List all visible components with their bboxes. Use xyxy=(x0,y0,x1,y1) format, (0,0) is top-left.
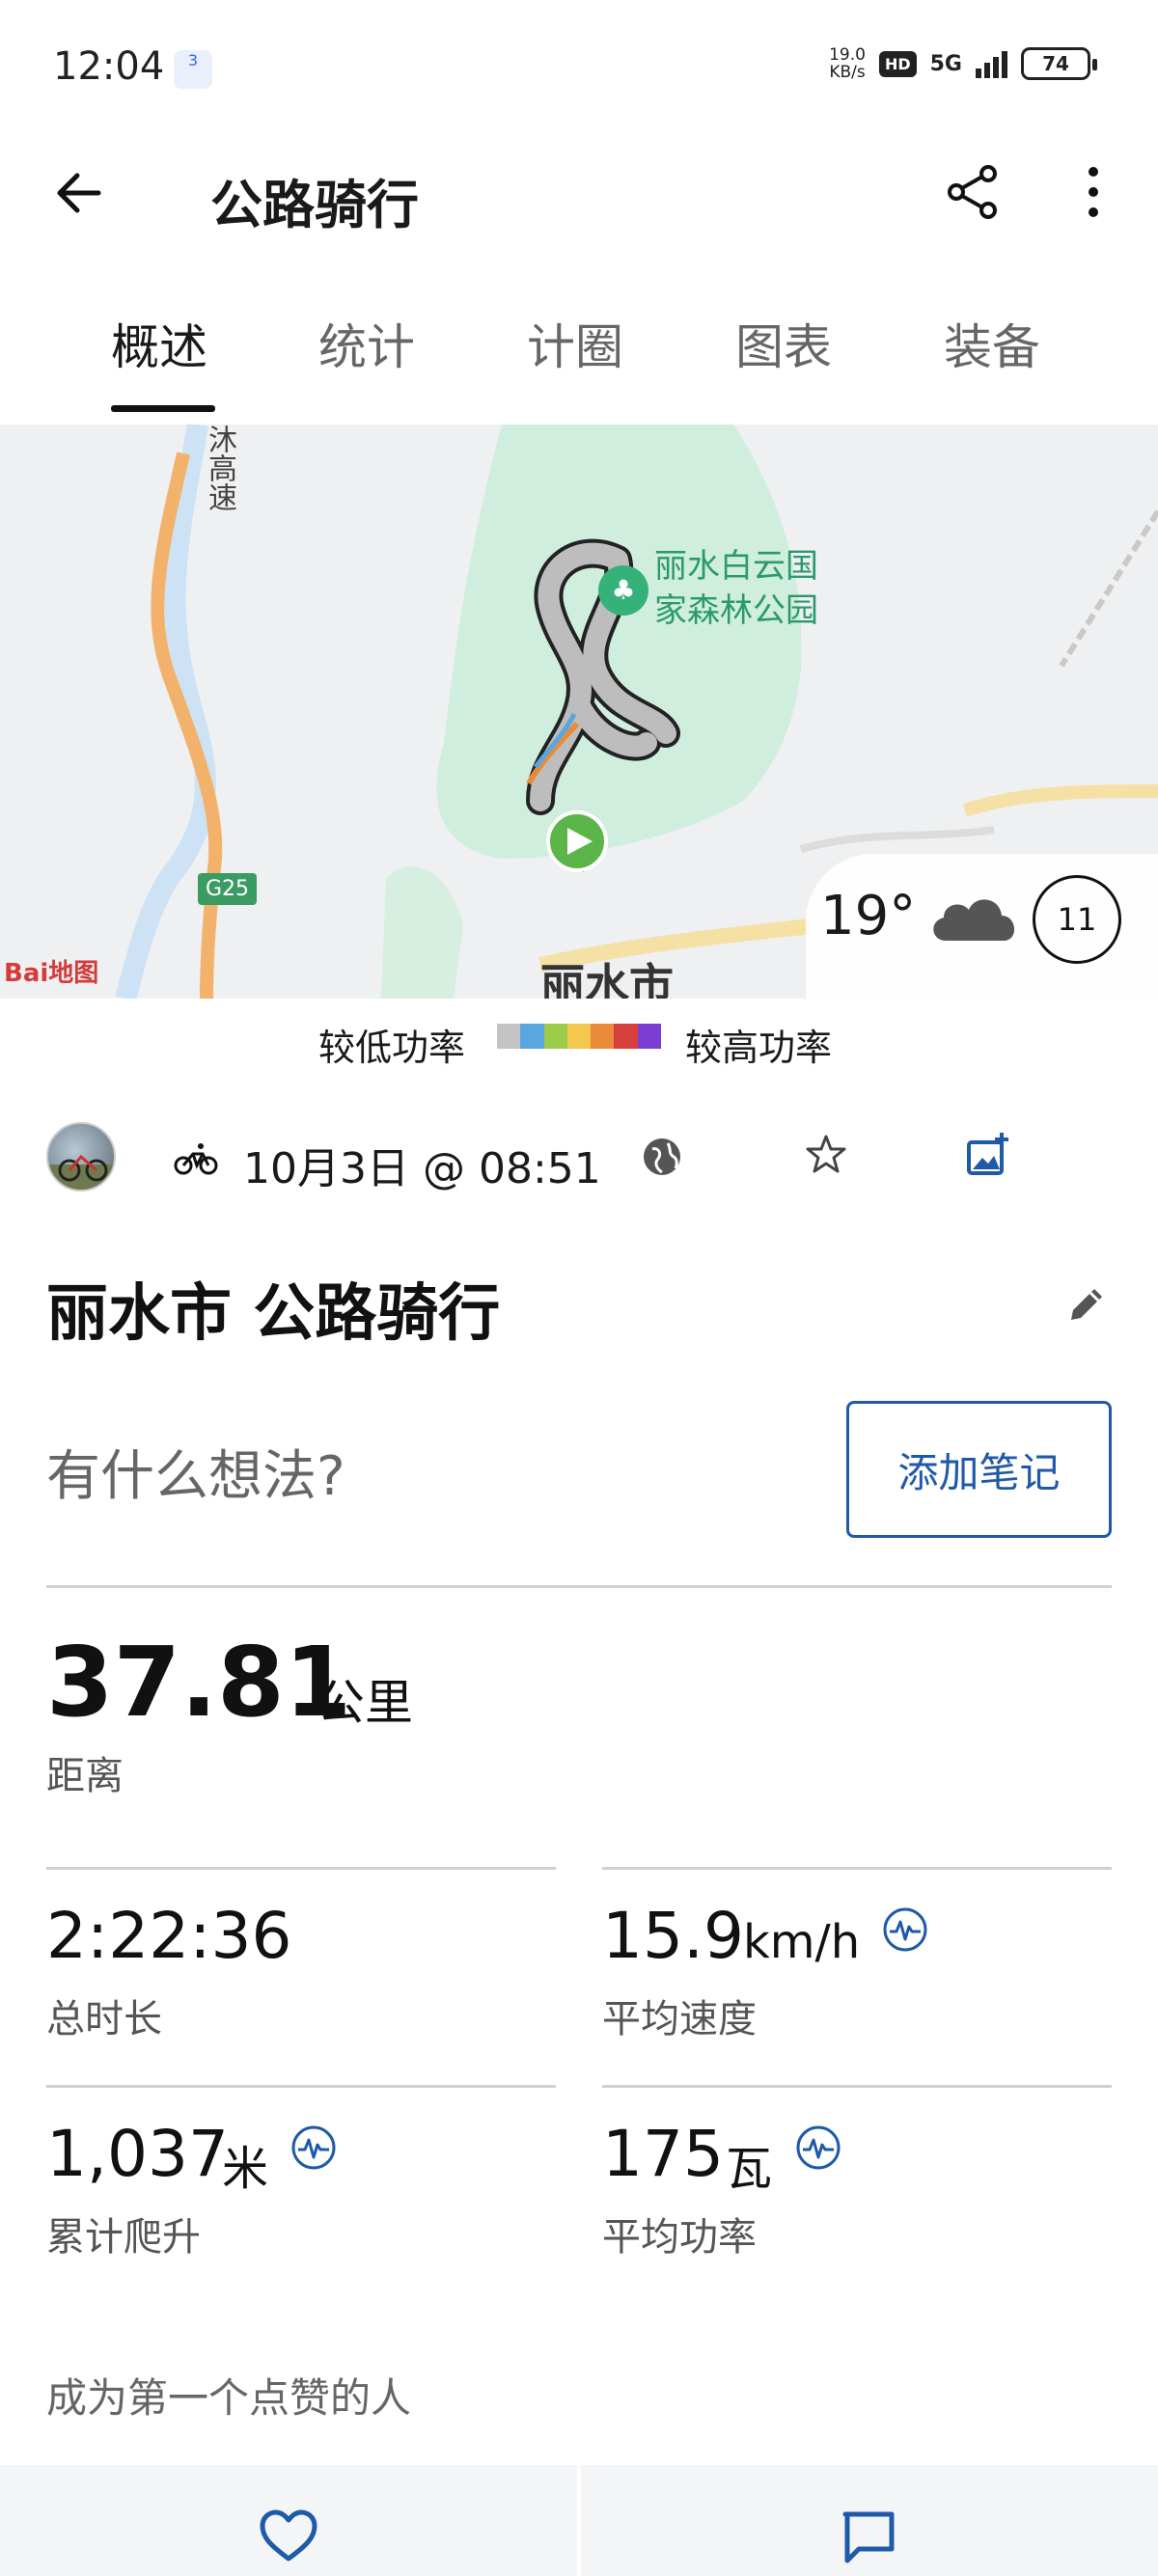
hd-badge: HD xyxy=(878,50,917,77)
network-type: 5G xyxy=(929,51,962,76)
weather-temperature: 19° xyxy=(820,885,917,947)
power-legend: 较低功率 较高功率 xyxy=(0,1013,1158,1071)
avatar[interactable] xyxy=(46,1122,116,1192)
duration-value: 2:22:36 xyxy=(46,1899,292,1973)
highway-label: 沐高速 xyxy=(203,425,236,511)
poi-line-1: 丽水白云国 xyxy=(654,547,818,586)
cloud-icon xyxy=(933,899,1015,941)
tab-bar: 概述 统计 计圈 图表 装备 xyxy=(0,289,1158,415)
distance-value: 37.81 xyxy=(46,1626,352,1739)
wind-speed-badge: 11 xyxy=(1033,875,1121,964)
elevation-unit: 米 xyxy=(222,2142,269,2196)
avg-speed-label: 平均速度 xyxy=(602,1997,757,2042)
road-badge: G25 xyxy=(198,873,258,905)
battery-icon: 74 xyxy=(1021,47,1097,80)
divider xyxy=(46,1585,1112,1588)
tab-gear[interactable]: 装备 xyxy=(944,309,1040,378)
tab-indicator xyxy=(111,405,215,412)
avg-speed-unit: km/h xyxy=(743,1915,861,1969)
heart-icon[interactable] xyxy=(259,2508,318,2564)
net-speed-value: 19.0 xyxy=(829,45,866,65)
back-arrow-icon[interactable] xyxy=(48,162,110,224)
status-right: 19.0 KB/s HD 5G 74 xyxy=(829,46,1097,81)
net-speed: 19.0 KB/s xyxy=(829,46,866,81)
route-map[interactable]: ♣ 丽水白云国 家森林公园 G25 沐高速 丽水市 Bai地图 19° 11 xyxy=(0,425,1158,999)
add-photo-icon[interactable] xyxy=(963,1131,1011,1179)
distance-label: 距离 xyxy=(46,1754,124,1798)
park-pin-icon: ♣ xyxy=(598,565,648,616)
legend-high-label: 较高功率 xyxy=(685,1027,833,1069)
bike-icon xyxy=(174,1143,218,1175)
activity-pulse-icon[interactable] xyxy=(794,2124,842,2172)
note-prompt[interactable]: 有什么想法? xyxy=(46,1433,345,1511)
status-bar: 12:04 3 19.0 KB/s HD 5G 74 xyxy=(0,0,1158,135)
activity-datetime: 10月3日 @ 08:51 xyxy=(243,1144,601,1193)
avg-power-value: 175 xyxy=(602,2117,724,2191)
activity-pulse-icon[interactable] xyxy=(290,2124,338,2172)
action-separator xyxy=(577,2465,581,2576)
signal-icon xyxy=(976,49,1007,78)
add-note-button[interactable]: 添加笔记 xyxy=(846,1401,1112,1538)
avg-speed-value: 15.9 xyxy=(602,1899,744,1973)
net-speed-unit: KB/s xyxy=(829,63,866,82)
legend-low-label: 较低功率 xyxy=(318,1027,466,1069)
divider xyxy=(602,1867,1112,1870)
tab-laps[interactable]: 计圈 xyxy=(527,309,623,378)
map-attribution: Bai地图 xyxy=(4,959,99,988)
activity-meta-row: 10月3日 @ 08:51 xyxy=(0,1110,1158,1206)
tab-charts[interactable]: 图表 xyxy=(735,309,832,378)
tab-stats[interactable]: 统计 xyxy=(318,309,415,378)
app-bar: 公路骑行 xyxy=(0,135,1158,251)
likes-prompt[interactable]: 成为第一个点赞的人 xyxy=(46,2366,411,2425)
activity-pulse-icon[interactable] xyxy=(881,1905,929,1954)
comment-icon[interactable] xyxy=(840,2508,897,2566)
action-bar xyxy=(0,2465,1158,2576)
avg-power-unit: 瓦 xyxy=(726,2142,773,2196)
page-title: 公路骑行 xyxy=(210,175,419,235)
avg-power-label: 平均功率 xyxy=(602,2215,757,2260)
tab-overview[interactable]: 概述 xyxy=(111,309,207,378)
notification-badge: 3 xyxy=(174,50,212,89)
duration-label: 总时长 xyxy=(46,1997,162,2042)
distance-unit: 公里 xyxy=(317,1675,413,1731)
legend-color-bar xyxy=(497,1024,661,1049)
edit-pencil-icon[interactable] xyxy=(1063,1281,1110,1328)
city-label: 丽水市 xyxy=(540,959,674,999)
divider xyxy=(46,2085,556,2088)
poi-line-2: 家森林公园 xyxy=(654,591,818,630)
elevation-value: 1,037 xyxy=(46,2117,229,2191)
divider xyxy=(46,1867,556,1870)
activity-title: 丽水市 公路骑行 xyxy=(46,1278,501,1350)
poi-label: 丽水白云国 家森林公园 xyxy=(654,544,818,633)
status-time: 12:04 xyxy=(53,44,165,89)
globe-icon[interactable] xyxy=(639,1134,685,1180)
elevation-label: 累计爬升 xyxy=(46,2215,201,2260)
share-icon[interactable] xyxy=(941,160,1005,224)
star-icon[interactable] xyxy=(803,1131,849,1177)
divider xyxy=(602,2085,1112,2088)
more-options-icon[interactable] xyxy=(1062,160,1125,224)
weather-panel[interactable]: 19° 11 xyxy=(806,854,1158,999)
